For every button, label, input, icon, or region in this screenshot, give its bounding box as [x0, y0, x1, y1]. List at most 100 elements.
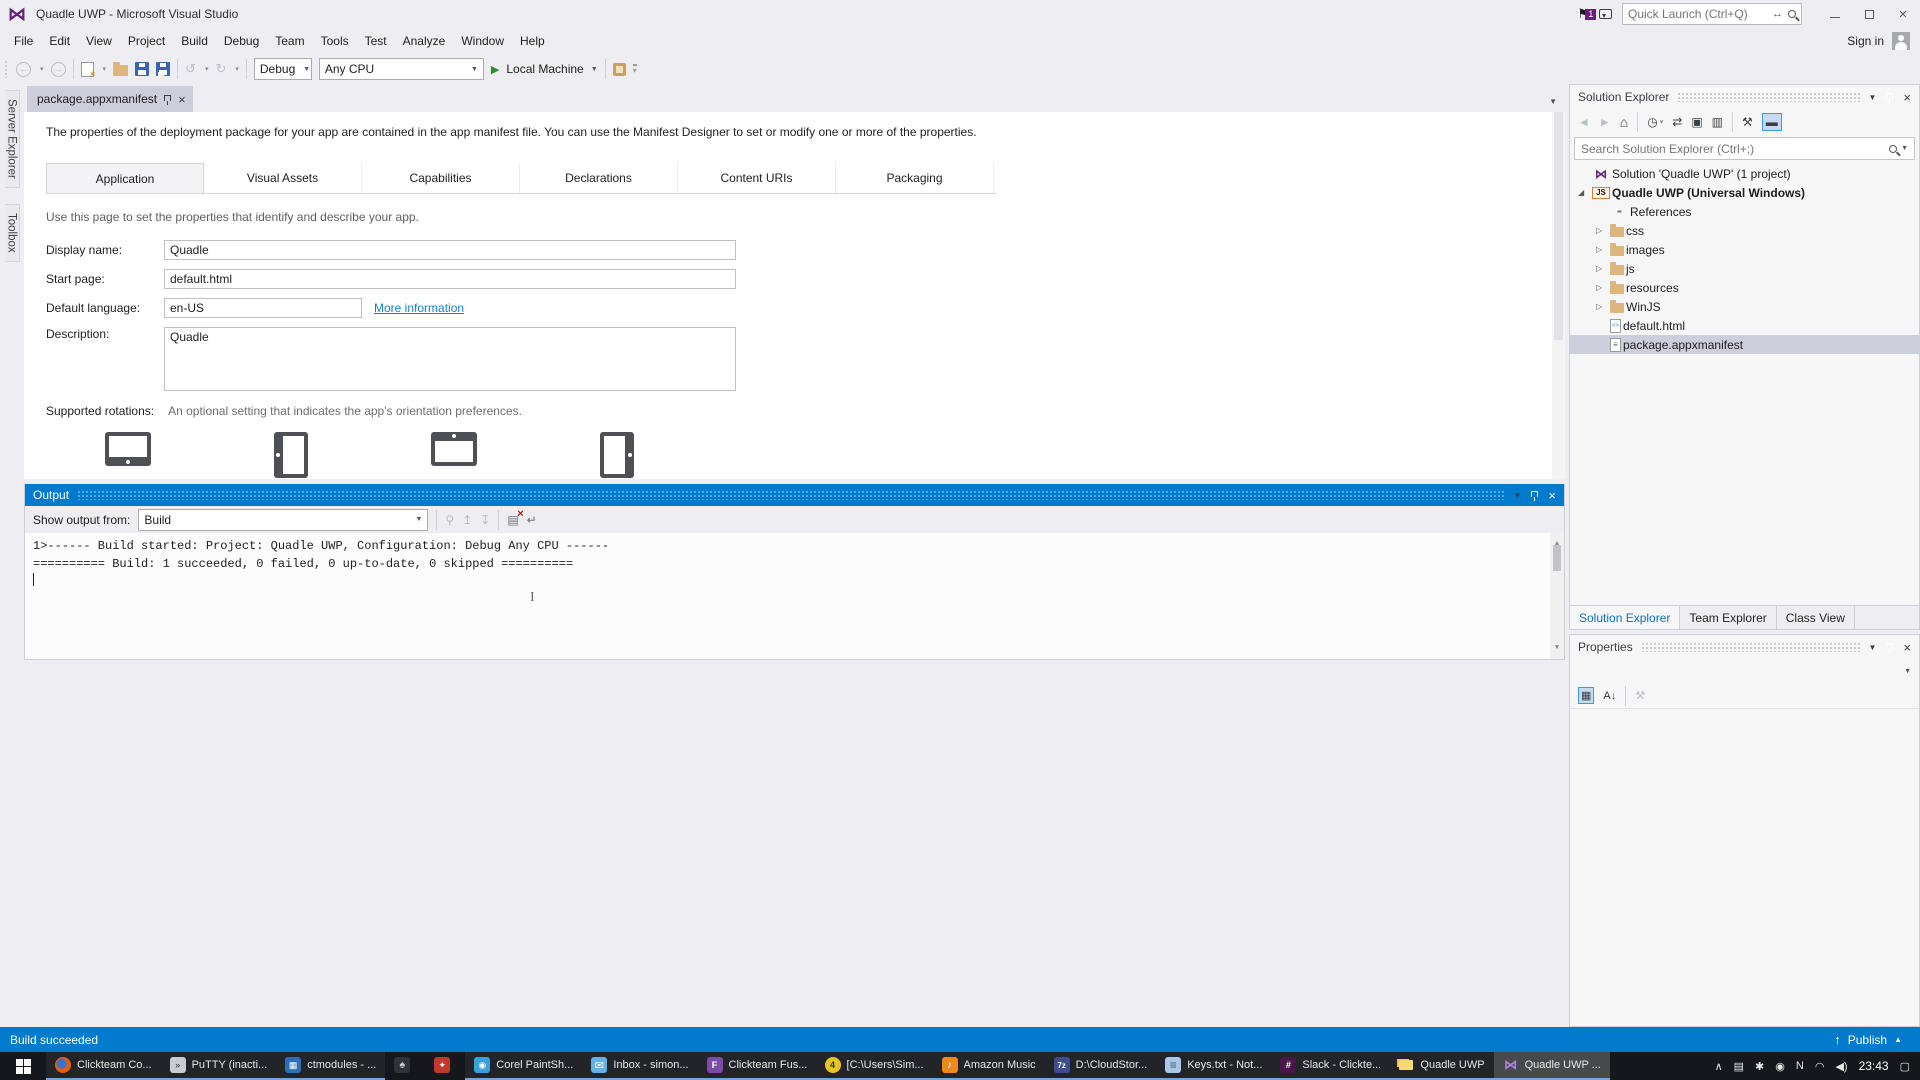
tree-item[interactable]: References [1570, 202, 1919, 221]
taskbar-button[interactable]: ctmodules - ... [276, 1052, 385, 1080]
close-icon[interactable]: × [1548, 488, 1556, 503]
window-position-dropdown-icon[interactable]: ▼ [1868, 93, 1876, 102]
properties-title-bar[interactable]: Properties ▼ × [1570, 635, 1919, 659]
explorer-tab[interactable]: Class View [1777, 606, 1855, 629]
start-debugging-icon[interactable]: ▶ [491, 63, 499, 76]
undo-dropdown-icon[interactable]: ▾ [205, 65, 209, 73]
tray-icon[interactable]: ✱ [1755, 1060, 1764, 1073]
output-title-bar[interactable]: Output ▼ × [25, 484, 1564, 506]
show-all-files-icon[interactable]: ▥ [1712, 115, 1723, 129]
designer-scrollbar[interactable] [1552, 112, 1565, 479]
output-source-combo[interactable]: Build ▼ [138, 509, 428, 531]
output-console[interactable]: 1>------ Build started: Project: Quadle … [25, 533, 1564, 659]
tree-expander-icon[interactable]: ▷ [1596, 283, 1610, 292]
designer-tab[interactable]: Packaging [836, 163, 994, 193]
solution-explorer-search-input[interactable] [1581, 142, 1885, 156]
tool-window-tab[interactable]: Server Explorer [5, 90, 20, 188]
toggle-word-wrap-icon[interactable]: ↵ [527, 513, 537, 527]
back-icon[interactable]: ◄ [1578, 115, 1590, 129]
pending-changes-filter-icon[interactable]: ◷▾ [1647, 115, 1663, 129]
start-page-input[interactable] [164, 269, 736, 289]
menu-item[interactable]: Test [357, 28, 395, 54]
default-language-input[interactable] [164, 298, 362, 318]
pin-icon[interactable] [1531, 491, 1538, 497]
action-center-icon[interactable]: ▢ [1900, 1060, 1910, 1073]
menu-item[interactable]: Debug [216, 28, 267, 54]
menu-item[interactable]: Window [453, 28, 512, 54]
feedback-icon[interactable] [1599, 9, 1612, 19]
close-icon[interactable]: × [1903, 90, 1911, 105]
navigate-back-icon[interactable]: ← [16, 62, 31, 77]
scrollbar-thumb[interactable] [1553, 545, 1561, 571]
close-button[interactable]: × [1886, 0, 1920, 28]
taskbar-button[interactable]: PuTTY (inacti... [161, 1052, 277, 1080]
sign-in-link[interactable]: Sign in [1847, 34, 1884, 48]
tree-expander-icon[interactable]: ▷ [1596, 264, 1610, 273]
tray-icon[interactable]: ◠ [1815, 1060, 1825, 1073]
new-project-icon[interactable] [81, 62, 94, 77]
clear-all-output-icon[interactable]: ▤ [507, 513, 518, 527]
scroll-down-icon[interactable]: ▼ [1555, 639, 1559, 657]
document-well-dropdown-icon[interactable]: ▼ [1549, 97, 1557, 106]
toolbar-overflow-icon[interactable]: ▾ [633, 64, 637, 75]
document-tab[interactable]: package.appxmanifest × [27, 86, 193, 112]
taskbar-button[interactable]: [C:\Users\Sim... [816, 1052, 933, 1080]
save-all-icon[interactable] [156, 62, 170, 76]
tree-item[interactable]: ◢ Quadle UWP (Universal Windows) [1570, 183, 1919, 202]
window-position-dropdown-icon[interactable]: ▼ [1513, 491, 1521, 500]
property-pages-wrench-icon[interactable]: ⚒ [1635, 689, 1645, 702]
close-icon[interactable]: × [178, 93, 186, 106]
solution-platform-combo[interactable]: Any CPU ▼ [319, 58, 484, 80]
menu-item[interactable]: Build [173, 28, 216, 54]
tree-item[interactable]: ▷ resources [1570, 278, 1919, 297]
taskbar-button[interactable]: Amazon Music [933, 1052, 1045, 1080]
quick-launch-input[interactable] [1628, 7, 1767, 21]
search-icon[interactable] [1788, 10, 1796, 18]
tray-icon[interactable]: ◀) [1835, 1060, 1847, 1073]
explorer-tab[interactable]: Team Explorer [1680, 606, 1776, 629]
home-icon[interactable]: ⌂ [1620, 114, 1628, 130]
tree-item[interactable]: ▷ js [1570, 259, 1919, 278]
tree-item[interactable]: Solution 'Quadle UWP' (1 project) [1570, 164, 1919, 183]
output-scrollbar[interactable]: ▲ ▼ [1550, 533, 1564, 659]
designer-tab[interactable]: Declarations [520, 163, 678, 193]
taskbar-button[interactable] [385, 1052, 425, 1080]
language-more-information-link[interactable]: More information [374, 301, 464, 315]
tray-icon[interactable]: ◉ [1775, 1060, 1785, 1073]
undo-icon[interactable]: ↺ [185, 61, 196, 77]
menu-item[interactable]: Tools [313, 28, 357, 54]
tool-window-tab[interactable]: Toolbox [5, 204, 20, 262]
navigate-back-dropdown-icon[interactable]: ▾ [40, 65, 44, 73]
window-position-dropdown-icon[interactable]: ▼ [1868, 643, 1876, 652]
search-icon[interactable] [1889, 145, 1897, 153]
taskbar-button[interactable]: Keys.txt - Not... [1156, 1052, 1271, 1080]
quick-launch-expand-icon[interactable]: ↔ [1772, 8, 1783, 20]
user-avatar[interactable] [1892, 32, 1910, 50]
debug-target-dropdown-icon[interactable]: ▼ [591, 66, 598, 73]
designer-tab[interactable]: Visual Assets [204, 163, 362, 193]
tree-expander-icon[interactable]: ◢ [1578, 188, 1592, 197]
debug-target-label[interactable]: Local Machine [506, 62, 583, 76]
menu-item[interactable]: Project [120, 28, 173, 54]
tree-expander-icon[interactable]: ▷ [1596, 226, 1610, 235]
pin-icon[interactable] [1886, 643, 1893, 649]
tray-icon[interactable]: N [1796, 1060, 1804, 1072]
display-name-input[interactable] [164, 240, 736, 260]
tree-item[interactable]: ▷ images [1570, 240, 1919, 259]
tree-item[interactable]: default.html [1570, 316, 1919, 335]
description-input[interactable]: Quadle [164, 327, 736, 391]
previous-message-icon[interactable]: ↥ [462, 513, 472, 527]
designer-tab[interactable]: Application [46, 163, 204, 193]
taskbar-button[interactable]: Clickteam Co... [46, 1052, 161, 1080]
collapse-all-icon[interactable]: ▣ [1691, 115, 1702, 129]
publish-button[interactable]: ↑ Publish ▲ [1834, 1032, 1910, 1047]
minimize-button[interactable] [1818, 0, 1852, 28]
categorized-view-icon[interactable]: ▦ [1578, 687, 1594, 704]
taskbar-button[interactable]: Quadle UWP ... [1494, 1052, 1610, 1080]
pin-icon[interactable] [164, 95, 171, 101]
tray-icon[interactable]: ∧ [1715, 1060, 1723, 1073]
tree-item[interactable]: package.appxmanifest [1570, 335, 1919, 354]
tree-item[interactable]: ▷ WinJS [1570, 297, 1919, 316]
explorer-tab[interactable]: Solution Explorer [1570, 606, 1680, 629]
menu-item[interactable]: Analyze [395, 28, 454, 54]
